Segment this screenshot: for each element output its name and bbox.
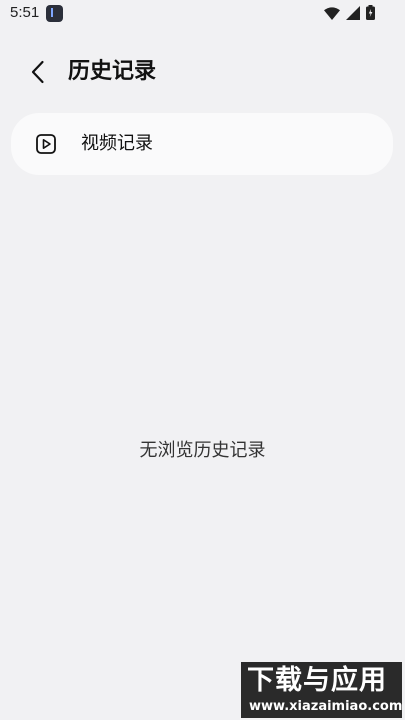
status-bar: 5:51 (0, 0, 405, 28)
chevron-left-icon (31, 60, 45, 88)
video-records-item[interactable]: 视频记录 (11, 113, 393, 175)
signal-icon (346, 5, 360, 24)
header: 历史记录 (0, 44, 405, 102)
page-title: 历史记录 (68, 59, 157, 84)
watermark-url: www.xiazaimiao.com (249, 699, 402, 714)
play-box-icon (36, 134, 56, 154)
wifi-icon (324, 5, 340, 24)
watermark-title: 下载与应用 (247, 665, 387, 696)
app-icon (46, 5, 63, 22)
empty-state-text: 无浏览历史记录 (139, 440, 266, 461)
back-button[interactable] (20, 56, 56, 92)
watermark: 下载与应用 www.xiazaimiao.com (241, 662, 402, 718)
battery-icon (366, 4, 375, 24)
status-icons (324, 4, 375, 24)
video-records-label: 视频记录 (81, 133, 153, 154)
status-time: 5:51 (10, 4, 40, 21)
